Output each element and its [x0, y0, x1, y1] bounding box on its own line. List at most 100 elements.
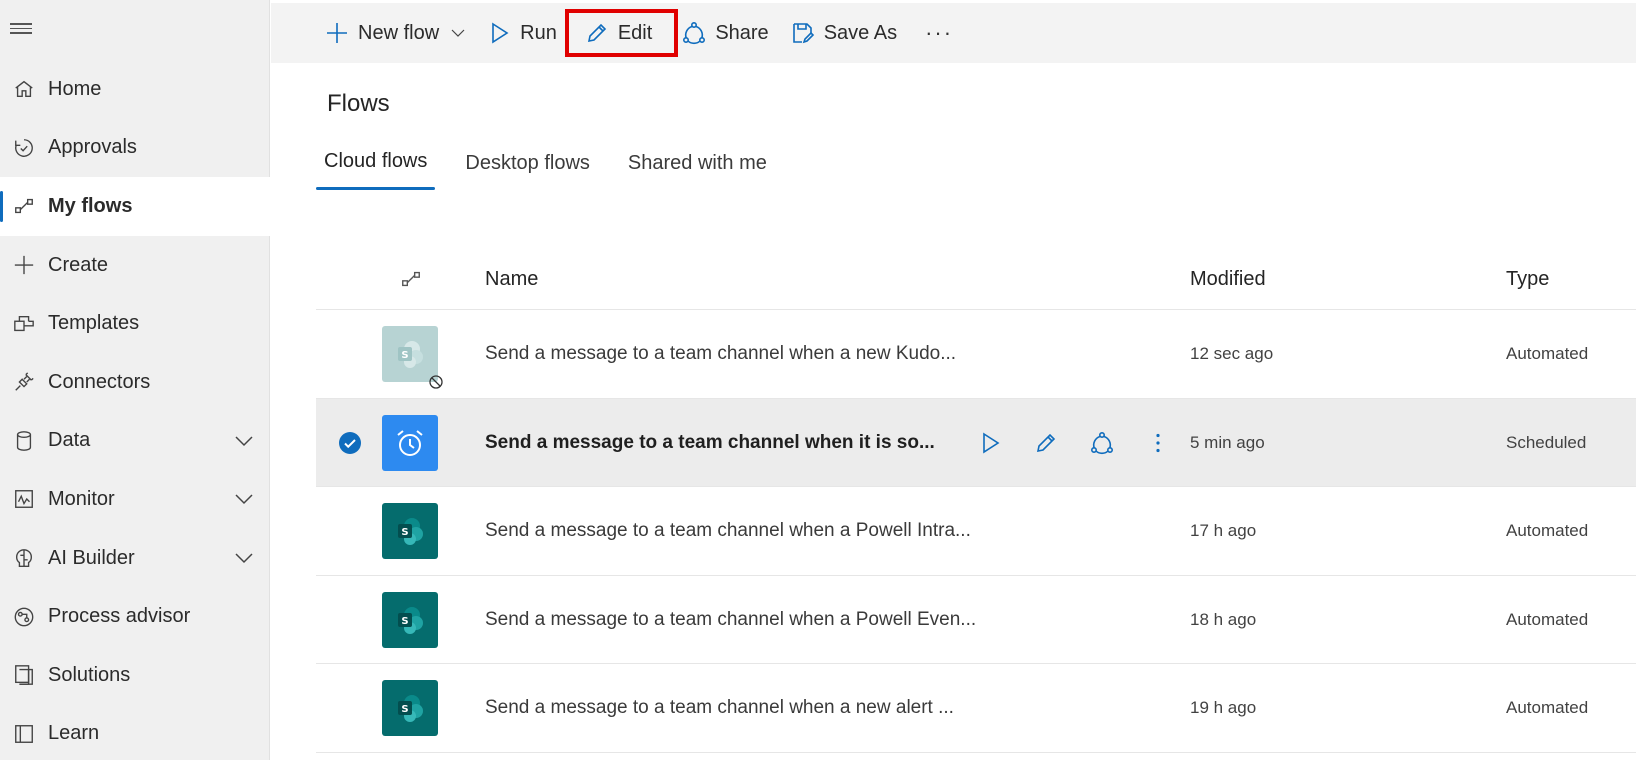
solutions-icon [12, 663, 36, 687]
alarm-clock-icon [382, 414, 438, 471]
ai-builder-icon [12, 546, 36, 570]
plus-icon [12, 253, 36, 277]
checkmark-circle-icon [339, 431, 361, 454]
flow-modified: 17 h ago [1190, 521, 1257, 540]
column-header-name[interactable]: Name [485, 248, 538, 310]
more-options-button[interactable]: ··· [925, 11, 953, 55]
flow-icon: S [382, 310, 443, 398]
flow-type: Scheduled [1506, 432, 1587, 452]
save-as-icon [792, 23, 814, 44]
flow-name[interactable]: Send a message to a team channel when a … [485, 310, 956, 398]
nav-item-connectors[interactable]: Connectors [0, 353, 270, 412]
svg-text:S: S [401, 527, 408, 538]
process-advisor-icon [12, 605, 36, 629]
nav-item-process-advisor[interactable]: Process advisor [0, 587, 270, 646]
nav-item-label: Connectors [48, 370, 151, 393]
edit-button[interactable]: Edit [564, 9, 679, 57]
flow-name[interactable]: Send a message to a team channel when it… [485, 399, 935, 487]
nav-item-ai-builder[interactable]: AI Builder [0, 529, 270, 588]
database-icon [12, 429, 36, 453]
nav-item-my-flows[interactable]: My flows [0, 177, 270, 236]
nav-item-label: Home [48, 77, 102, 100]
command-bar: New flow Run Edit Share Save As ··· [271, 3, 1636, 63]
nav-item-data[interactable]: Data [0, 412, 270, 471]
flow-modified: 18 h ago [1190, 609, 1257, 629]
monitor-icon [12, 487, 36, 511]
disabled-icon [429, 375, 443, 389]
row-more-button[interactable] [1130, 423, 1186, 463]
chevron-down-icon[interactable] [449, 24, 467, 42]
nav-item-approvals[interactable]: Approvals [0, 119, 270, 178]
nav-item-templates[interactable]: Templates [0, 294, 270, 353]
pencil-icon [587, 23, 606, 43]
flow-tabs: Cloud flows Desktop flows Shared with me [316, 150, 797, 190]
approvals-icon [12, 136, 36, 160]
table-row[interactable]: S Send a message to a team channel when … [316, 487, 1636, 576]
pencil-icon [1036, 433, 1056, 452]
svg-text:S: S [401, 704, 408, 715]
share-icon [683, 21, 706, 45]
new-flow-label: New flow [358, 21, 440, 44]
nav-item-label: Solutions [48, 663, 131, 686]
tab-desktop-flows[interactable]: Desktop flows [457, 152, 598, 192]
nav-item-create[interactable]: Create [0, 236, 270, 295]
chevron-down-icon[interactable] [232, 546, 256, 570]
run-label: Run [520, 21, 557, 44]
tab-cloud-flows[interactable]: Cloud flows [316, 150, 436, 190]
sharepoint-icon: S [382, 680, 438, 736]
flow-type: Automated [1506, 698, 1589, 717]
svg-text:S: S [401, 350, 408, 361]
chevron-down-icon[interactable] [232, 429, 256, 453]
save-as-button[interactable]: Save As [791, 11, 897, 55]
column-header-type[interactable]: Type [1506, 248, 1549, 310]
templates-icon [12, 312, 36, 336]
row-checkbox[interactable] [338, 399, 362, 487]
nav-item-solutions[interactable]: Solutions [0, 646, 270, 705]
flow-name[interactable]: Send a message to a team channel when a … [485, 576, 976, 664]
page-title: Flows [327, 90, 390, 117]
connectors-icon [12, 370, 36, 394]
edit-label: Edit [617, 21, 653, 44]
new-flow-button[interactable]: New flow [325, 11, 467, 55]
table-row[interactable]: S Send a message to a team channel when … [316, 310, 1636, 399]
chevron-down-icon[interactable] [232, 487, 256, 511]
tab-shared-with-me[interactable]: Shared with me [620, 152, 775, 192]
share-button[interactable]: Share [682, 11, 769, 55]
nav-item-label: Create [48, 253, 109, 276]
left-navigation: Home Approvals My flows Create Templates [0, 0, 270, 760]
table-row[interactable]: S Send a message to a team channel when … [316, 576, 1636, 664]
nav-item-label: Templates [48, 312, 140, 335]
row-edit-button[interactable] [1018, 423, 1074, 463]
sharepoint-icon: S [382, 326, 443, 389]
row-run-button[interactable] [962, 423, 1018, 463]
flow-icon: S [382, 664, 438, 752]
column-header-modified[interactable]: Modified [1190, 248, 1266, 310]
nav-item-label: My flows [48, 194, 133, 217]
sharepoint-icon: S [382, 591, 438, 648]
share-icon [1090, 431, 1113, 454]
save-as-label: Save As [823, 21, 898, 44]
row-actions [962, 399, 1186, 487]
flow-type: Automated [1506, 609, 1589, 629]
play-icon [492, 22, 509, 44]
play-icon [983, 432, 1000, 453]
run-button[interactable]: Run [487, 11, 557, 55]
more-vertical-icon [1156, 433, 1160, 452]
nav-item-label: Monitor [48, 487, 115, 510]
table-row[interactable]: S Send a message to a team channel when … [316, 664, 1636, 753]
table-header: Name Modified Type [316, 248, 1636, 310]
flow-name[interactable]: Send a message to a team channel when a … [485, 664, 954, 752]
nav-item-monitor[interactable]: Monitor [0, 470, 270, 529]
nav-item-home[interactable]: Home [0, 60, 270, 119]
flow-icon: S [382, 576, 438, 664]
flow-modified: 19 h ago [1190, 698, 1257, 717]
hamburger-menu-icon[interactable] [10, 20, 34, 40]
nav-item-label: Approvals [48, 136, 137, 159]
table-row[interactable]: Send a message to a team channel when it… [316, 398, 1636, 487]
flow-icon: S [382, 487, 438, 575]
nav-item-learn[interactable]: Learn [0, 705, 270, 760]
flow-name[interactable]: Send a message to a team channel when a … [485, 487, 971, 575]
flow-modified: 12 sec ago [1190, 344, 1274, 363]
row-share-button[interactable] [1074, 423, 1130, 463]
flow-type: Automated [1506, 521, 1589, 540]
